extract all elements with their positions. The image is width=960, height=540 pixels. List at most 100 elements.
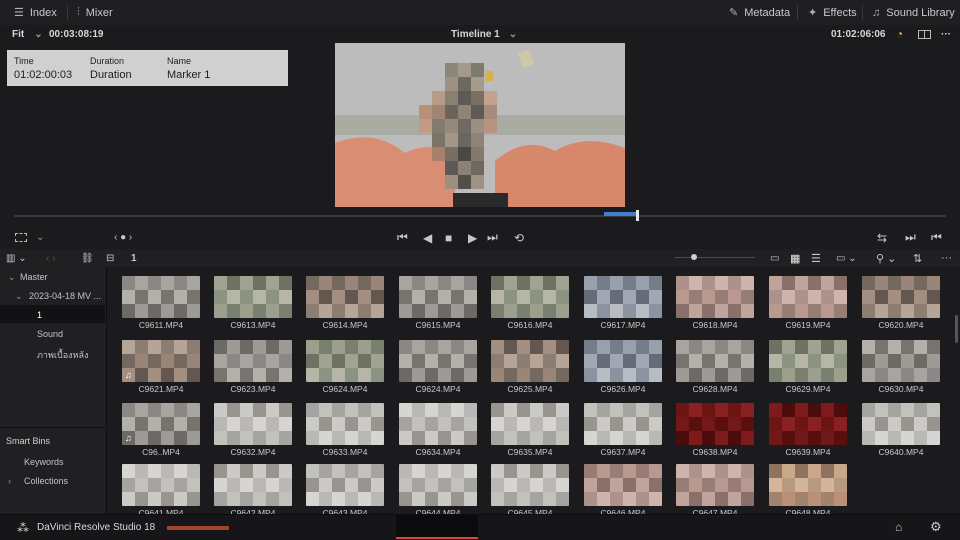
settings-gear-icon[interactable]: ⚙ [930, 519, 942, 535]
previous-clip-icon[interactable]: ⏮ [931, 226, 942, 249]
clip-name: C9618.MP4 [692, 320, 738, 330]
jog-control[interactable]: ‹ ● › [114, 226, 132, 249]
page-tab-media[interactable] [167, 526, 229, 530]
clip-item[interactable]: C9646.MP4 [584, 464, 662, 514]
go-to-start-icon[interactable]: ⏮ [397, 226, 408, 249]
bin-list-icon[interactable]: ⊟ [106, 249, 114, 267]
video-frame-image [335, 43, 625, 207]
clip-name: C9614.MP4 [322, 320, 368, 330]
clip-item[interactable]: C9630.MP4 [862, 340, 940, 396]
clip-item[interactable]: C9637.MP4 [584, 403, 662, 459]
clip-item[interactable]: C9640.MP4 [862, 403, 940, 459]
video-frame[interactable] [335, 43, 625, 207]
clip-item[interactable]: C9642.MP4 [214, 464, 292, 514]
clip-item[interactable]: C9648.MP4 [769, 464, 847, 514]
clip-item[interactable]: C9615.MP4 [399, 276, 477, 332]
bin-1[interactable]: 1 [37, 310, 42, 320]
clip-item[interactable]: C9641.MP4 [122, 464, 200, 514]
clip-item[interactable]: C9633.MP4 [306, 403, 384, 459]
bin-behind-the-scenes[interactable]: ภาพเบื้องหลัง [37, 348, 88, 362]
clip-item[interactable]: C9645.MP4 [491, 464, 569, 514]
clip-name: C9633.MP4 [322, 447, 368, 457]
zoom-dropdown[interactable]: Fit ⌄ [12, 25, 43, 43]
clip-item[interactable]: C9647.MP4 [676, 464, 754, 514]
clip-item[interactable]: C9643.MP4 [306, 464, 384, 514]
metadata-view-icon[interactable]: ▭ [770, 249, 779, 267]
chevron-down-icon: ⌄ [34, 28, 43, 40]
collections-bin[interactable]: Collections [24, 476, 68, 486]
reverse-play-icon[interactable]: ◀ [423, 226, 432, 249]
clip-display-icon[interactable]: ▭ ⌄ [836, 249, 857, 267]
chevron-right-icon: › [8, 476, 11, 486]
index-button[interactable]: ☰ Index [14, 0, 57, 25]
sort-icon[interactable]: ⇅ [913, 249, 922, 267]
clip-item[interactable]: C9625.MP4 [491, 340, 569, 396]
mixer-button[interactable]: ⫶ Mixer [77, 0, 113, 25]
color-wheel-icon[interactable]: ◔ [896, 25, 903, 43]
mixer-icon: ⫶ [77, 6, 80, 18]
scrollbar[interactable] [953, 267, 960, 514]
clip-name: C9620.MP4 [878, 320, 924, 330]
clip-item[interactable]: C9614.MP4 [306, 276, 384, 332]
clip-item[interactable]: C9632.MP4 [214, 403, 292, 459]
metadata-button[interactable]: ✎ Metadata [729, 0, 790, 25]
bin-sound[interactable]: Sound [37, 329, 63, 339]
clip-item[interactable]: C9616.MP4 [491, 276, 569, 332]
clip-item[interactable]: C9613.MP4 [214, 276, 292, 332]
stop-icon[interactable]: ■ [445, 226, 452, 249]
davinci-logo-icon: ⁂ [17, 521, 29, 535]
clip-item[interactable]: C9617.MP4 [584, 276, 662, 332]
clip-item[interactable]: ♫ C96..MP4 [122, 403, 200, 459]
go-to-end-icon[interactable]: ⏭ [487, 226, 498, 249]
clip-item[interactable]: C9628.MP4 [676, 340, 754, 396]
next-clip-icon[interactable]: ⏭ [905, 226, 916, 249]
clip-item[interactable]: C9611.MP4 [122, 276, 200, 332]
clip-item[interactable]: C9618.MP4 [676, 276, 754, 332]
more-options-icon[interactable]: ··· [941, 249, 952, 267]
link-icon[interactable]: ⛓ [81, 249, 94, 267]
clip-item[interactable]: C9624.MP4 [306, 340, 384, 396]
marker-time-header: Time [14, 56, 34, 66]
scrubber-track[interactable] [14, 215, 946, 217]
more-options-icon[interactable]: ··· [941, 25, 951, 43]
master-bin[interactable]: Master [20, 272, 48, 282]
clip-item[interactable]: C9638.MP4 [676, 403, 754, 459]
match-frame-icon[interactable]: ⇆ [877, 226, 887, 249]
clip-item[interactable]: C9626.MP4 [584, 340, 662, 396]
playhead[interactable] [636, 210, 639, 221]
clip-thumbnail: ♫ [122, 403, 200, 445]
play-icon[interactable]: ▶ [468, 226, 477, 249]
bin-date[interactable]: 2023-04-18 MV ... [29, 291, 101, 301]
timeline-selector[interactable]: Timeline 1 ⌄ [451, 25, 517, 43]
layout-icon[interactable] [918, 25, 931, 43]
clip-thumbnail [676, 403, 754, 445]
clip-item[interactable]: C9624.MP4 [399, 340, 477, 396]
clip-item[interactable]: ♫ C9621.MP4 [122, 340, 200, 396]
zoom-value: Fit [12, 28, 25, 40]
effects-button[interactable]: ✦ Effects [808, 0, 857, 25]
search-icon[interactable]: ⚲ ⌄ [876, 249, 896, 267]
clip-item[interactable]: C9639.MP4 [769, 403, 847, 459]
home-icon[interactable]: ⌂ [895, 520, 902, 534]
clip-item[interactable]: C9634.MP4 [399, 403, 477, 459]
clip-item[interactable]: C9644.MP4 [399, 464, 477, 514]
loop-icon[interactable]: ⟲ [514, 226, 524, 249]
sound-library-button[interactable]: ♫ Sound Library [872, 0, 955, 25]
safe-area-icon[interactable]: ⌄ [15, 226, 44, 249]
slider-handle[interactable] [691, 254, 697, 260]
index-label: Index [29, 6, 57, 19]
page-tab-edit[interactable] [396, 515, 478, 539]
thumbnail-view-icon[interactable]: ▦ [790, 249, 800, 267]
bin-back-forward[interactable]: ‹ › [46, 249, 55, 267]
clip-item[interactable]: C9635.MP4 [491, 403, 569, 459]
keywords-bin[interactable]: Keywords [24, 457, 64, 467]
clip-item[interactable]: C9619.MP4 [769, 276, 847, 332]
clip-item[interactable]: C9623.MP4 [214, 340, 292, 396]
thumbnail-size-slider[interactable] [675, 257, 755, 258]
sidebar-toggle-icon[interactable]: ▥ ⌄ [6, 249, 27, 267]
list-view-icon[interactable]: ☰ [811, 249, 821, 267]
clip-item[interactable]: C9620.MP4 [862, 276, 940, 332]
clip-thumbnail [676, 340, 754, 382]
clip-item[interactable]: C9629.MP4 [769, 340, 847, 396]
marker-duration-value: Duration [90, 69, 132, 81]
